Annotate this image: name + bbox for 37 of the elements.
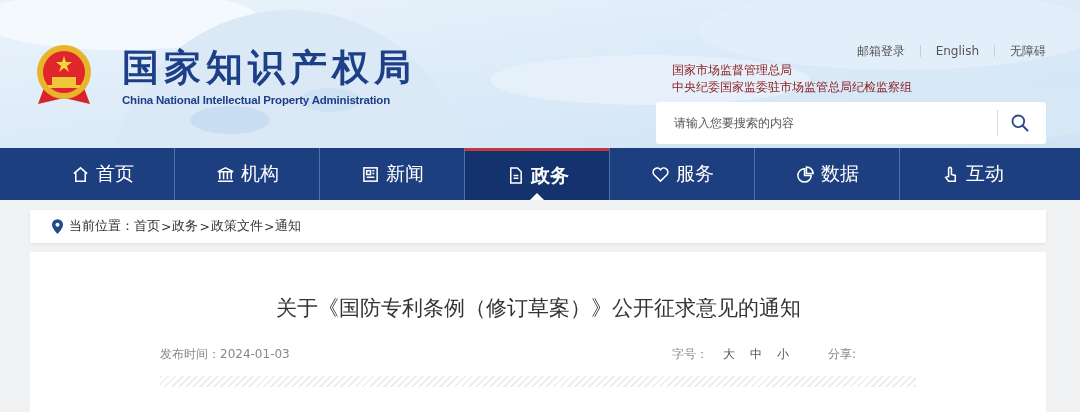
heart-icon — [650, 164, 670, 184]
pie-chart-icon — [795, 164, 815, 184]
org-link[interactable]: 国家市场监督管理总局 — [672, 62, 912, 79]
site-subtitle: China National Intellectual Property Administration — [122, 94, 391, 106]
nav-tab[interactable]: 首页 — [30, 148, 175, 200]
breadcrumb-separator: > — [263, 219, 275, 234]
top-link[interactable]: 无障碍 — [1010, 42, 1046, 60]
breadcrumb-separator: > — [161, 219, 172, 234]
nav-tab[interactable]: 数据 — [755, 148, 900, 200]
nav-tab[interactable]: 服务 — [610, 148, 755, 200]
nav-tab[interactable]: 政务 — [465, 148, 610, 200]
breadcrumb-separator: > — [199, 219, 210, 234]
font-size-link[interactable]: 大 — [722, 346, 735, 363]
nav-tab[interactable]: 机构 — [175, 148, 320, 200]
site-title: 国家知识产权局 — [122, 46, 416, 90]
font-size-link[interactable]: 中 — [749, 346, 762, 363]
breadcrumb-link[interactable]: 政策文件 — [210, 218, 263, 235]
article-title: 关于《国防专利条例（修订草案）》公开征求意见的通知 — [274, 295, 802, 322]
breadcrumb-link[interactable]: 政务 — [172, 218, 199, 235]
publish-date: 发布时间：2024-01-03 — [160, 346, 290, 363]
search-icon[interactable] — [1010, 113, 1030, 133]
breadcrumb-link[interactable]: 首页 — [134, 218, 160, 235]
font-size-label: 字号： — [671, 346, 708, 363]
font-size-link[interactable]: 小 — [776, 346, 789, 363]
building-icon — [215, 164, 235, 184]
share-label: 分享: — [827, 346, 856, 363]
newspaper-icon — [360, 164, 380, 184]
breadcrumb-link[interactable]: 通知 — [275, 218, 302, 235]
search-bar[interactable]: 请输入您要搜索的内容 — [656, 102, 1046, 144]
top-link[interactable]: 邮箱登录 — [856, 42, 905, 60]
search-field[interactable]: 请输入您要搜索的内容 — [672, 107, 997, 139]
breadcrumb-label: 当前位置： — [69, 218, 134, 235]
nav-tab[interactable]: 互动 — [900, 148, 1045, 200]
location-pin-icon — [52, 219, 63, 234]
pointer-triangle-icon — [530, 193, 544, 200]
top-link[interactable]: English — [935, 44, 979, 58]
org-link[interactable]: 中央纪委国家监委驻市场监管总局纪检监察组 — [672, 79, 912, 96]
